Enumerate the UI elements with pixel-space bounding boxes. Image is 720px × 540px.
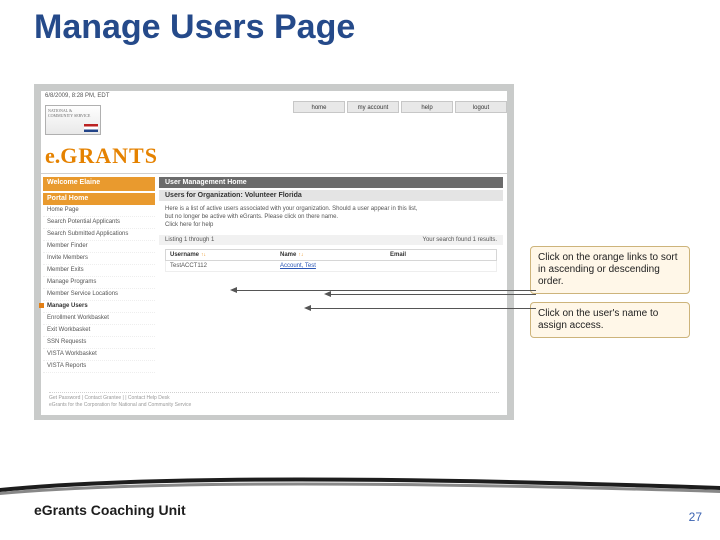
nav-help[interactable]: help	[401, 101, 453, 113]
sort-icon[interactable]: ↑↓	[298, 252, 303, 258]
welcome-banner: Welcome Elaine	[43, 177, 155, 191]
portal-home-header: Portal Home	[43, 193, 155, 205]
swoosh-decoration	[0, 464, 720, 496]
col-label: Email	[390, 252, 406, 258]
app-screenshot: 6/8/2009, 8:28 PM, EDT home my account h…	[34, 84, 514, 420]
timestamp: 6/8/2009, 8:28 PM, EDT	[41, 91, 507, 99]
page-number: 27	[689, 510, 702, 524]
listing-count: Listing 1 through 1	[165, 237, 214, 243]
sidebar-item[interactable]: Member Exits	[43, 265, 155, 277]
table-header: Username ↑↓ Name ↑↓ Email	[165, 249, 497, 261]
body-line: but no longer be active with eGrants. Pl…	[165, 213, 497, 221]
results-stripe: Listing 1 through 1 Your search found 1 …	[159, 235, 503, 245]
arrow-head-icon	[304, 305, 311, 311]
main-panel: User Management Home Users for Organizat…	[159, 177, 503, 272]
sidebar-item[interactable]: SSN Requests	[43, 337, 155, 349]
col-label: Username	[170, 252, 199, 258]
sidebar-item[interactable]: Member Service Locations	[43, 289, 155, 301]
callout-assign: Click on the user's name to assign acces…	[530, 302, 690, 338]
footer-unit: eGrants Coaching Unit	[34, 502, 186, 518]
nav-logout[interactable]: logout	[455, 101, 507, 113]
arrow-head-icon	[230, 287, 237, 293]
body-line: Here is a list of active users associate…	[165, 205, 497, 213]
footer-org: eGrants for the Corporation for National…	[49, 402, 499, 409]
cncs-logo: NATIONAL & COMMUNITY SERVICE	[45, 105, 101, 135]
cell-name-link[interactable]: Account, Test	[276, 261, 386, 271]
sidebar-item[interactable]: Home Page	[43, 205, 155, 217]
panel-subheader: Users for Organization: Volunteer Florid…	[159, 190, 503, 201]
panel-header: User Management Home	[159, 177, 503, 188]
arrow-head-icon	[324, 291, 331, 297]
col-email[interactable]: Email	[386, 250, 496, 260]
col-name[interactable]: Name ↑↓	[276, 250, 386, 260]
brand-logo: e.GRANTS	[45, 143, 158, 169]
sidebar-item[interactable]: Exit Workbasket	[43, 325, 155, 337]
table-row: TestACCT112 Account, Test	[165, 261, 497, 272]
callout-sort: Click on the orange links to sort in asc…	[530, 246, 690, 294]
app-inner: 6/8/2009, 8:28 PM, EDT home my account h…	[41, 91, 507, 415]
results-count: Your search found 1 results.	[423, 237, 498, 243]
cell-username: TestACCT112	[166, 261, 276, 271]
nav-home[interactable]: home	[293, 101, 345, 113]
app-footer: Get Password | Contact Grantee | | Conta…	[49, 392, 499, 409]
cell-email	[386, 261, 496, 271]
arrow-line	[330, 294, 536, 295]
footer-links[interactable]: Get Password | Contact Grantee | | Conta…	[49, 395, 499, 402]
col-label: Name	[280, 252, 296, 258]
sidebar-item[interactable]: Member Finder	[43, 241, 155, 253]
brand-rest: GRANTS	[60, 143, 158, 168]
sidebar-item[interactable]: Manage Programs	[43, 277, 155, 289]
sidebar-item-manage-users[interactable]: Manage Users	[43, 301, 155, 313]
arrow-line	[236, 290, 536, 291]
flag-icon	[84, 124, 98, 132]
sidebar-item[interactable]: Enrollment Workbasket	[43, 313, 155, 325]
arrow-line	[310, 308, 536, 309]
topbar: home my account help logout	[41, 101, 507, 113]
sidebar-item[interactable]: Search Potential Applicants	[43, 217, 155, 229]
slide-title: Manage Users Page	[34, 8, 355, 47]
logo-text: NATIONAL & COMMUNITY SERVICE	[48, 108, 90, 118]
help-link[interactable]: Click here for help	[165, 221, 497, 229]
sidebar-item[interactable]: Search Submitted Applications	[43, 229, 155, 241]
sort-icon[interactable]: ↑↓	[201, 252, 206, 258]
sidebar-item[interactable]: VISTA Workbasket	[43, 349, 155, 361]
sidebar: Welcome Elaine Portal Home Home Page Sea…	[43, 177, 155, 373]
sidebar-item[interactable]: Invite Members	[43, 253, 155, 265]
brand-e: e.	[45, 143, 60, 168]
sidebar-item[interactable]: VISTA Reports	[43, 361, 155, 373]
divider	[41, 173, 507, 174]
panel-body: Here is a list of active users associate…	[159, 201, 503, 233]
col-username[interactable]: Username ↑↓	[166, 250, 276, 260]
nav-myaccount[interactable]: my account	[347, 101, 399, 113]
